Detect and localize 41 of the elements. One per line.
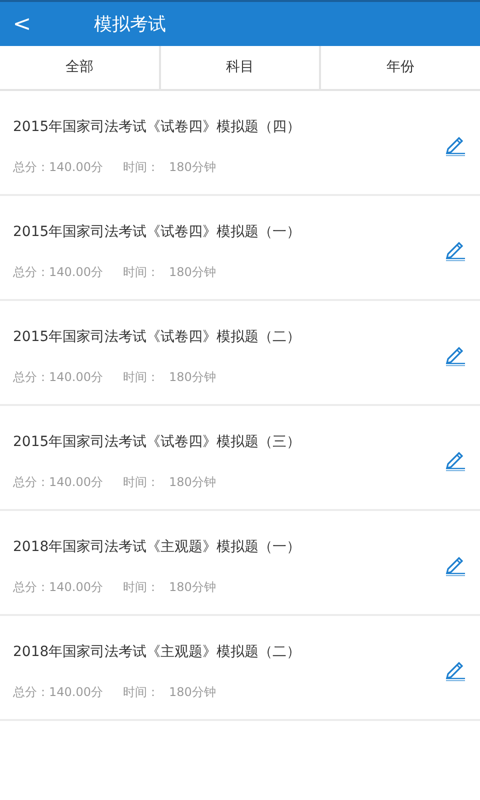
exam-title: 2018年国家司法考试《主观题》模拟题（一） xyxy=(13,538,302,557)
exam-item[interactable]: 2015年国家司法考试《试卷四》模拟题（一） 总分：140.00分 时间： 180分钟 xyxy=(0,196,480,301)
score-label: 总分： xyxy=(13,264,49,281)
exam-title: 2015年国家司法考试《试卷四》模拟题（二） xyxy=(13,328,302,347)
time-label: 时间： xyxy=(123,474,159,491)
score-label: 总分： xyxy=(13,159,49,176)
score-value: 140.00分 xyxy=(49,159,103,176)
time-value: 180分钟 xyxy=(169,264,216,281)
exam-item[interactable]: 2018年国家司法考试《主观题》模拟题（二） 总分：140.00分 时间： 180分钟 xyxy=(0,616,480,721)
exam-item[interactable]: 2018年国家司法考试《主观题》模拟题（一） 总分：140.00分 时间： 180分钟 xyxy=(0,511,480,616)
filter-tab[interactable]: 科目 xyxy=(158,46,320,89)
time-value: 180分钟 xyxy=(169,159,216,176)
exam-title: 2015年国家司法考试《试卷四》模拟题（四） xyxy=(13,118,302,137)
exam-title: 2018年国家司法考试《主观题》模拟题（二） xyxy=(13,643,302,662)
exam-title: 2015年国家司法考试《试卷四》模拟题（三） xyxy=(13,433,302,452)
time-value: 180分钟 xyxy=(169,474,216,491)
score-value: 140.00分 xyxy=(49,264,103,281)
exam-item[interactable]: 2015年国家司法考试《试卷四》模拟题（四） 总分：140.00分 时间： 180分钟 xyxy=(0,91,480,196)
back-button[interactable]: < xyxy=(0,8,44,40)
score-label: 总分： xyxy=(13,474,49,491)
score-value: 140.00分 xyxy=(49,684,103,701)
page-title: 模拟考试 xyxy=(94,12,166,36)
time-label: 时间： xyxy=(123,264,159,281)
score-label: 总分： xyxy=(13,369,49,386)
score-value: 140.00分 xyxy=(49,579,103,596)
exam-item[interactable]: 2015年国家司法考试《试卷四》模拟题（三） 总分：140.00分 时间： 180分钟 xyxy=(0,406,480,511)
filter-tab[interactable]: 年份 xyxy=(319,46,480,89)
score-label: 总分： xyxy=(13,579,49,596)
score-value: 140.00分 xyxy=(49,474,103,491)
score-value: 140.00分 xyxy=(49,369,103,386)
time-label: 时间： xyxy=(123,684,159,701)
time-value: 180分钟 xyxy=(169,684,216,701)
exam-item[interactable]: 2015年国家司法考试《试卷四》模拟题（二） 总分：140.00分 时间： 180分钟 xyxy=(0,301,480,406)
score-label: 总分： xyxy=(13,684,49,701)
time-label: 时间： xyxy=(123,369,159,386)
time-value: 180分钟 xyxy=(169,369,216,386)
filter-tab[interactable]: 全部 xyxy=(0,46,159,89)
exam-title: 2015年国家司法考试《试卷四》模拟题（一） xyxy=(13,223,302,242)
time-label: 时间： xyxy=(123,159,159,176)
time-label: 时间： xyxy=(123,579,159,596)
time-value: 180分钟 xyxy=(169,579,216,596)
